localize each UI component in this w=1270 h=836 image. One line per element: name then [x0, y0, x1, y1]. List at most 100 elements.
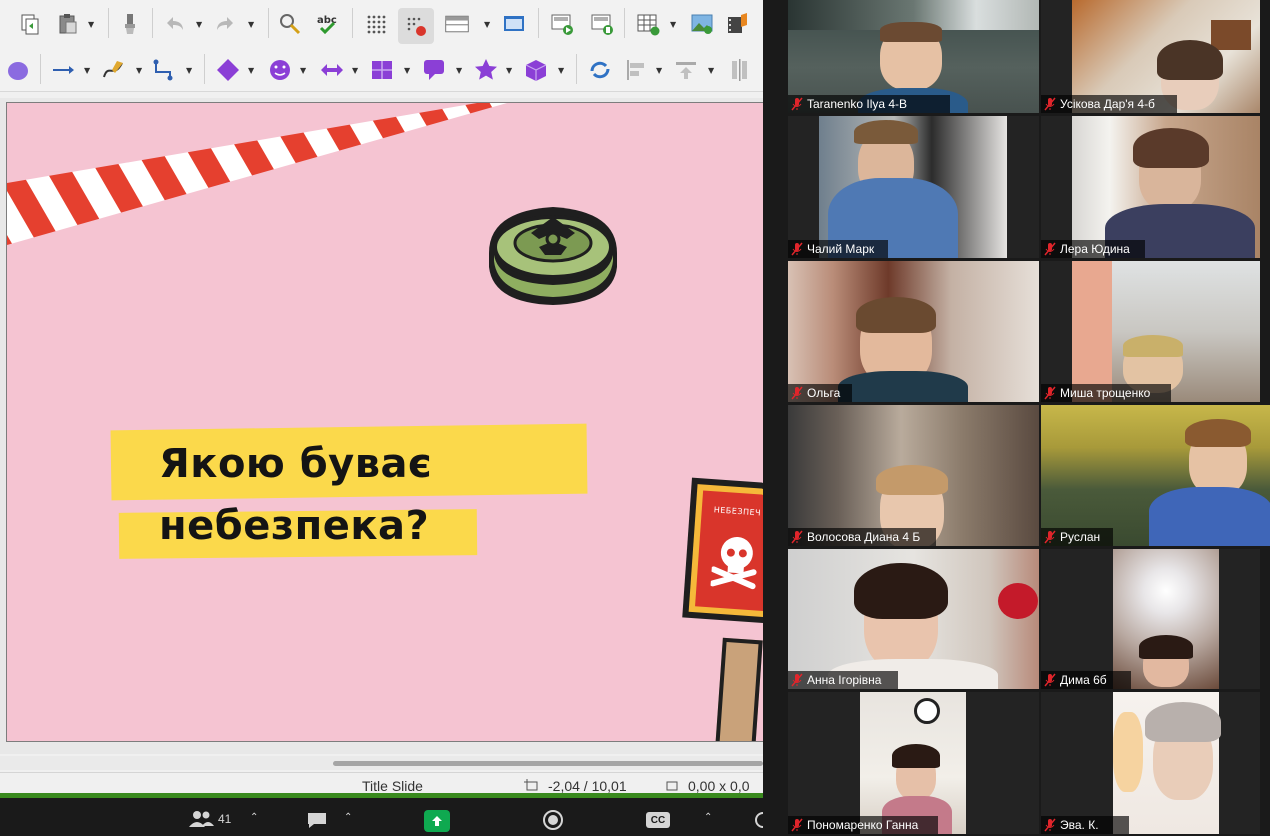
slide-current-icon[interactable]	[588, 10, 616, 38]
participant-label: Чалий Марк	[788, 240, 888, 258]
grid-icon[interactable]	[362, 10, 390, 38]
participant-tile[interactable]: Пономаренко Ганна	[788, 692, 1039, 834]
stars-dropdown[interactable]: ▼	[506, 66, 516, 76]
mic-muted-icon	[1044, 818, 1056, 832]
symbol-shapes-icon[interactable]	[266, 56, 294, 84]
callout-dropdown[interactable]: ▼	[456, 66, 466, 76]
participant-label: Руслан	[1041, 528, 1113, 546]
participant-tile[interactable]: Руслан	[1041, 405, 1270, 546]
table-dropdown[interactable]: ▼	[670, 20, 680, 30]
participant-name: Волосова Диана 4 Б	[807, 530, 921, 544]
status-position: -2,04 / 10,01	[548, 778, 627, 794]
participant-tile[interactable]: Анна Ігорівна	[788, 549, 1039, 689]
connector-dropdown[interactable]: ▼	[186, 66, 196, 76]
participant-tile[interactable]: Миша трощенко	[1041, 261, 1260, 402]
position-icon	[524, 779, 538, 791]
table-layout-icon[interactable]	[440, 10, 474, 38]
arrange-icon[interactable]	[672, 56, 700, 84]
paste-dropdown[interactable]: ▼	[88, 20, 98, 30]
block-arrows-dropdown[interactable]: ▼	[352, 66, 362, 76]
participant-label: Дима 6б	[1041, 671, 1131, 689]
participant-tile[interactable]: Taranenko Ilya 4-В	[788, 0, 1039, 113]
participant-name: Эва. К.	[1060, 818, 1099, 832]
connector-icon[interactable]	[150, 56, 178, 84]
slide-title-line1[interactable]: Якою буває	[159, 441, 432, 487]
3d-objects-icon[interactable]	[522, 56, 550, 84]
participant-label: Анна Ігорівна	[788, 671, 898, 689]
display-views-icon[interactable]	[500, 10, 528, 38]
mic-muted-icon	[791, 386, 803, 400]
3d-dropdown[interactable]: ▼	[558, 66, 568, 76]
align-dropdown[interactable]: ▼	[656, 66, 666, 76]
curve-dropdown[interactable]: ▼	[136, 66, 146, 76]
flowchart-icon[interactable]	[368, 56, 396, 84]
spelling-icon[interactable]: abc	[314, 10, 342, 38]
chat-icon[interactable]	[304, 810, 330, 830]
participant-name: Анна Ігорівна	[807, 673, 882, 687]
distribute-icon[interactable]	[726, 56, 754, 84]
participant-name: Ольга	[807, 386, 841, 400]
curve-icon[interactable]	[100, 56, 128, 84]
participant-tile[interactable]: Эва. К.	[1041, 692, 1260, 834]
participants-icon[interactable]	[186, 808, 216, 830]
scrollbar-thumb[interactable]	[333, 761, 763, 766]
insert-table-icon[interactable]	[634, 10, 662, 38]
record-icon[interactable]	[540, 808, 566, 832]
insert-media-icon[interactable]	[724, 10, 752, 38]
find-replace-icon[interactable]	[276, 10, 304, 38]
undo-dropdown[interactable]: ▼	[196, 20, 206, 30]
share-screen-icon[interactable]	[424, 810, 450, 832]
basic-shapes-icon[interactable]	[214, 56, 242, 84]
symbol-shapes-dropdown[interactable]: ▼	[300, 66, 310, 76]
presentation-app: ▼ ▼ ▼ abc ▼ ▼ ▼ ▼ ▼ ▼ ▼ ▼ ▼ ▼ ▼ ▼ ▼ ▼ Як…	[0, 0, 763, 798]
layout-dropdown[interactable]: ▼	[484, 20, 494, 30]
participant-tile[interactable]: Лера Юдина	[1041, 116, 1260, 258]
mic-muted-icon	[1044, 673, 1056, 687]
line-dropdown[interactable]: ▼	[84, 66, 94, 76]
captions-chevron-icon[interactable]: ⌃	[704, 812, 712, 823]
snap-icon[interactable]	[398, 8, 434, 44]
mic-muted-icon	[791, 673, 803, 687]
slide-editing-area: Якою буває небезпека? НЕБЕЗПЕЧ	[0, 98, 763, 754]
sign-post	[715, 637, 763, 741]
basic-shapes-dropdown[interactable]: ▼	[248, 66, 258, 76]
screen: ▼ ▼ ▼ abc ▼ ▼ ▼ ▼ ▼ ▼ ▼ ▼ ▼ ▼ ▼ ▼ ▼ ▼ Як…	[0, 0, 1270, 836]
align-icon[interactable]	[622, 56, 650, 84]
ellipse-icon[interactable]	[4, 56, 32, 84]
stars-icon[interactable]	[472, 56, 500, 84]
insert-image-icon[interactable]	[688, 10, 716, 38]
captions-icon[interactable]: CC	[646, 812, 670, 828]
participant-tile[interactable]: Усікова Дар'я 4-б	[1041, 0, 1260, 113]
block-arrows-icon[interactable]	[318, 56, 346, 84]
line-arrow-icon[interactable]	[50, 56, 78, 84]
arrange-dropdown[interactable]: ▼	[708, 66, 718, 76]
size-icon	[666, 781, 678, 791]
participant-label: Миша трощенко	[1041, 384, 1171, 402]
participant-label: Пономаренко Ганна	[788, 816, 938, 834]
skull-crossbones-icon	[710, 536, 757, 590]
participant-name: Лера Юдина	[1060, 242, 1130, 256]
slide-start-icon[interactable]	[548, 10, 576, 38]
danger-sign: НЕБЕЗПЕЧ	[682, 477, 763, 625]
horizontal-scrollbar[interactable]	[0, 756, 763, 770]
slide-title-line2[interactable]: небезпека?	[159, 503, 429, 549]
participant-tile[interactable]: Ольга	[788, 261, 1039, 402]
slide-canvas[interactable]: Якою буває небезпека? НЕБЕЗПЕЧ	[6, 102, 763, 742]
redo-dropdown[interactable]: ▼	[248, 20, 258, 30]
video-gallery: Taranenko Ilya 4-В Усікова Дар'я 4-б Чал…	[763, 0, 1270, 836]
chat-chevron-icon[interactable]: ⌃	[344, 812, 352, 823]
participant-tile[interactable]: Чалий Марк	[788, 116, 1039, 258]
participants-chevron-icon[interactable]: ⌃	[250, 812, 258, 823]
participant-name: Taranenko Ilya 4-В	[807, 97, 908, 111]
paste-icon[interactable]	[54, 10, 82, 38]
clone-formatting-icon[interactable]	[116, 10, 144, 38]
participant-tile[interactable]: Волосова Диана 4 Б	[788, 405, 1039, 546]
flowchart-dropdown[interactable]: ▼	[404, 66, 414, 76]
clone-icon[interactable]	[16, 10, 44, 38]
rotate-icon[interactable]	[586, 56, 614, 84]
participant-tile[interactable]: Дима 6б	[1041, 549, 1260, 689]
redo-icon[interactable]	[212, 10, 240, 38]
participant-label: Волосова Диана 4 Б	[788, 528, 936, 546]
callout-icon[interactable]	[420, 56, 448, 84]
undo-icon[interactable]	[160, 10, 188, 38]
